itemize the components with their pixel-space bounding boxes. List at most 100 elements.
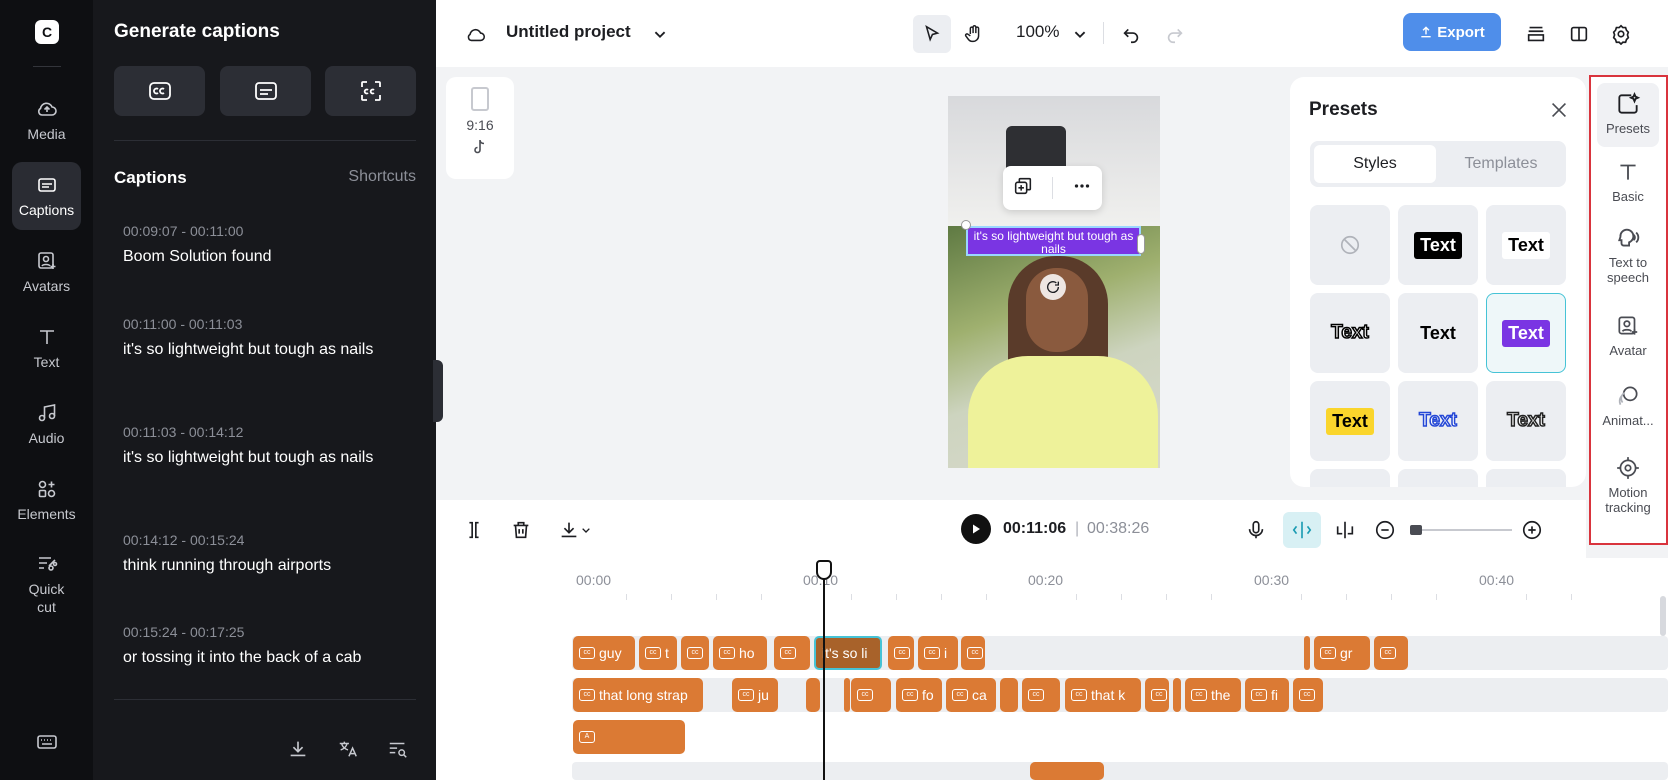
preset-black-box[interactable]: Text [1398, 205, 1478, 285]
rail-item-audio[interactable]: Audio [12, 390, 81, 458]
timeline-zoom-slider[interactable] [1412, 529, 1512, 531]
cloud-save-status[interactable] [460, 18, 492, 50]
rail-item-avatars[interactable]: Avatars [12, 238, 81, 306]
download-options-dropdown[interactable] [578, 516, 594, 544]
caption-clip[interactable]: cc guy [573, 636, 635, 670]
play-button[interactable] [961, 514, 991, 544]
generate-subtitle-file-button[interactable] [220, 66, 311, 116]
redo-button[interactable] [1159, 18, 1191, 50]
rail-item-text[interactable]: Text [12, 314, 81, 382]
preset-partial[interactable] [1398, 469, 1478, 487]
timeline-scrollbar[interactable] [1660, 596, 1666, 636]
auto-snap-toggle[interactable] [1283, 512, 1321, 548]
preset-blue-outline[interactable]: Text [1398, 381, 1478, 461]
caption-text[interactable]: it's so lightweight but tough as nails [123, 448, 393, 467]
caption-clip[interactable] [1000, 678, 1018, 712]
caption-item[interactable]: 00:09:07 - 00:11:00 Boom Solution found [123, 223, 393, 266]
caption-clip[interactable] [806, 678, 820, 712]
undo-button[interactable] [1115, 18, 1147, 50]
caption-clip[interactable]: cc t [639, 636, 677, 670]
preset-plain[interactable]: Text [1398, 293, 1478, 373]
caption-clip[interactable]: cc gr [1314, 636, 1370, 670]
rotate-handle[interactable] [1040, 274, 1066, 300]
tool-avatar[interactable]: Avatar [1597, 313, 1659, 358]
caption-clip[interactable]: cc [1293, 678, 1323, 712]
caption-clip[interactable]: cc [1022, 678, 1060, 712]
rail-item-quick-cut[interactable]: Quick cut [12, 548, 81, 620]
aspect-ratio-card[interactable]: 9:16 [446, 77, 514, 179]
tool-presets[interactable]: Presets [1597, 83, 1659, 147]
caption-item[interactable]: 00:11:00 - 00:11:03 it's so lightweight … [123, 316, 393, 359]
tool-motion-tracking[interactable]: Motion tracking [1597, 455, 1659, 515]
project-menu-dropdown[interactable] [644, 18, 676, 50]
caption-clip[interactable]: cc ho [713, 636, 767, 670]
caption-item[interactable]: 00:14:12 - 00:15:24 think running throug… [123, 532, 393, 575]
hand-tool-button[interactable] [958, 18, 990, 50]
tab-styles[interactable]: Styles [1314, 145, 1436, 183]
text-clip[interactable]: A [573, 720, 685, 754]
tab-templates[interactable]: Templates [1440, 145, 1562, 183]
split-button[interactable] [460, 516, 488, 544]
translate-captions-button[interactable] [333, 734, 363, 764]
delete-button[interactable] [507, 516, 535, 544]
tool-animation[interactable]: Animat... [1597, 383, 1659, 428]
caption-clip[interactable] [1304, 636, 1310, 670]
more-options-button[interactable] [1071, 175, 1093, 202]
duplicate-button[interactable] [1012, 175, 1034, 202]
shortcuts-link[interactable]: Shortcuts [348, 168, 416, 186]
caption-clip[interactable]: cc [961, 636, 985, 670]
zoom-slider-knob[interactable] [1410, 525, 1422, 535]
tool-text-to-speech[interactable]: Text to speech [1597, 225, 1659, 285]
layout-toggle-button[interactable] [1563, 18, 1595, 50]
keyboard-shortcuts-button[interactable] [35, 730, 59, 754]
caption-item[interactable]: 00:11:03 - 00:14:12 it's so lightweight … [123, 424, 393, 467]
playhead[interactable] [823, 562, 825, 780]
caption-clip[interactable]: cc that k [1065, 678, 1141, 712]
caption-text[interactable]: think running through airports [123, 556, 393, 575]
caption-clip[interactable] [844, 678, 850, 712]
caption-clip[interactable]: cc [1374, 636, 1408, 670]
record-audio-button[interactable] [1242, 516, 1270, 544]
close-presets-button[interactable] [1548, 99, 1570, 121]
audio-clip[interactable] [1030, 762, 1104, 780]
zoom-dropdown[interactable] [1064, 18, 1096, 50]
zoom-out-button[interactable] [1371, 516, 1399, 544]
zoom-in-button[interactable] [1518, 516, 1546, 544]
rail-item-elements[interactable]: Elements [12, 466, 81, 534]
caption-clip[interactable]: cc [888, 636, 914, 670]
find-replace-button[interactable] [383, 734, 413, 764]
settings-button[interactable] [1605, 18, 1637, 50]
caption-clip[interactable]: cc the [1185, 678, 1241, 712]
caption-clip[interactable]: cc fi [1245, 678, 1289, 712]
layers-button[interactable] [1520, 18, 1552, 50]
caption-clip[interactable]: cc [1145, 678, 1169, 712]
select-tool-button[interactable] [913, 15, 951, 53]
generate-auto-captions-button[interactable] [114, 66, 205, 116]
caption-overlay[interactable]: it's so lightweight but tough as nails [966, 226, 1141, 256]
export-button[interactable]: Export [1403, 13, 1501, 51]
caption-text[interactable]: Boom Solution found [123, 247, 393, 266]
project-name[interactable]: Untitled project [506, 22, 631, 42]
preset-white-box[interactable]: Text [1486, 205, 1566, 285]
caption-clip[interactable] [1173, 678, 1181, 712]
preset-partial[interactable] [1310, 469, 1390, 487]
caption-text[interactable]: it's so lightweight but tough as nails [123, 340, 393, 359]
tool-basic[interactable]: Basic [1597, 159, 1659, 204]
split-preview-button[interactable] [1331, 516, 1359, 544]
caption-clip[interactable]: cc that long strap [573, 678, 703, 712]
caption-clip[interactable]: cc [851, 678, 891, 712]
caption-item[interactable]: 00:15:24 - 00:17:25 or tossing it into t… [123, 624, 393, 667]
rail-item-captions[interactable]: Captions [12, 162, 81, 230]
rail-item-media[interactable]: Media [12, 86, 81, 154]
caption-clip[interactable]: cc ju [732, 678, 778, 712]
panel-collapse-handle[interactable] [433, 360, 443, 422]
caption-clip[interactable]: cc fo [896, 678, 942, 712]
caption-clip[interactable]: cc [681, 636, 709, 670]
playhead-handle[interactable] [816, 560, 832, 580]
download-captions-button[interactable] [283, 734, 313, 764]
preset-none[interactable] [1310, 205, 1390, 285]
caption-clip[interactable]: cc ca [946, 678, 996, 712]
preset-dark-outline[interactable]: Text [1486, 381, 1566, 461]
resize-handle[interactable] [961, 220, 971, 230]
zoom-level[interactable]: 100% [1016, 22, 1059, 42]
